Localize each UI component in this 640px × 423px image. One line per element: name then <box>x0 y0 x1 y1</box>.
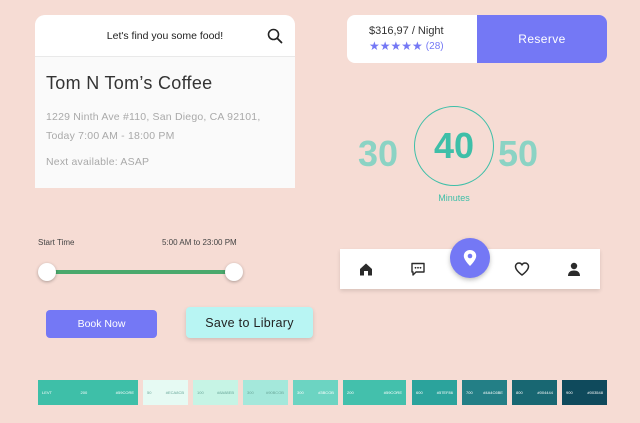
home-icon[interactable] <box>358 261 374 277</box>
minute-label: Minutes <box>438 193 470 203</box>
time-range-value: 5:00 AM to 23:00 PM <box>162 238 237 247</box>
swatch-label: LEVT <box>42 390 53 395</box>
swatch-label: #57EF86 <box>436 390 453 395</box>
review-count: (28) <box>425 40 444 52</box>
location-pin-glyph <box>463 250 477 266</box>
search-icon[interactable] <box>267 28 283 44</box>
reserve-button[interactable]: Reserve <box>477 15 607 63</box>
swatch-label: #59CORE <box>115 390 134 395</box>
swatch-label: #003548 <box>587 390 603 395</box>
swatch-label: #59CORE <box>383 390 402 395</box>
minute-option-prev[interactable]: 30 <box>358 133 398 175</box>
restaurant-address: 1229 Ninth Ave #110, San Diego, CA 92101… <box>46 111 261 123</box>
color-swatch: 300 #90BCOB <box>243 380 288 405</box>
swatch-label: 800 <box>516 390 523 395</box>
swatch-label: #004444 <box>537 390 553 395</box>
swatch-label: #8A88EB <box>217 390 234 395</box>
swatch-label: 300 <box>247 390 254 395</box>
restaurant-search-title: Let's find you some food! <box>106 29 224 42</box>
color-swatch: 900 #003548 <box>562 380 607 405</box>
color-swatch: 600 #57EF86 <box>412 380 457 405</box>
chat-icon[interactable] <box>410 261 426 277</box>
heart-icon[interactable] <box>514 261 530 277</box>
range-end-handle[interactable] <box>225 263 243 281</box>
swatch-label: 700 <box>466 390 473 395</box>
book-now-button[interactable]: Book Now <box>46 310 157 338</box>
restaurant-card: Let's find you some food! Tom N Tom’s Co… <box>35 15 295 188</box>
swatch-label: 50 <box>147 390 152 395</box>
restaurant-card-header: Let's find you some food! <box>35 15 295 57</box>
swatch-label: 300 <box>297 390 304 395</box>
range-start-handle[interactable] <box>38 263 56 281</box>
save-to-library-button[interactable]: Save to Library <box>186 307 313 338</box>
rating: ★★★★★ (28) <box>369 40 477 52</box>
color-palette: LEVT 200 #59CORE 50 #ECA8CB 100 #8A88EB 300 #90B… <box>38 380 608 405</box>
swatch-label: #4A4C6BE <box>483 390 503 395</box>
location-pin-icon[interactable] <box>450 238 490 278</box>
swatch-label: #3BCOB <box>318 390 334 395</box>
swatch-label: 100 <box>197 390 204 395</box>
color-swatch: LEVT 200 #59CORE <box>38 380 138 405</box>
swatch-label: 900 <box>566 390 573 395</box>
bottom-nav-bar <box>340 238 600 289</box>
swatch-label: 600 <box>416 390 423 395</box>
swatch-label: #90BCOB <box>265 390 284 395</box>
color-swatch: 300 #3BCOB <box>293 380 338 405</box>
restaurant-hours: Today 7:00 AM - 18:00 PM <box>46 130 175 142</box>
user-icon[interactable] <box>566 261 582 277</box>
color-swatch: 200 #59CORE <box>343 380 406 405</box>
minute-selected[interactable]: 40 <box>414 106 494 186</box>
swatch-label: #ECA8CB <box>165 390 184 395</box>
start-time-label: Start Time <box>38 238 75 247</box>
color-swatch: 50 #ECA8CB <box>143 380 188 405</box>
time-range-track[interactable] <box>47 270 234 274</box>
minute-picker[interactable]: 30 40 50 Minutes <box>355 105 555 205</box>
restaurant-name: Tom N Tom’s Coffee <box>46 73 213 93</box>
swatch-label: 200 <box>80 390 88 395</box>
reservation-card: $316,97 / Night ★★★★★ (28) Reserve <box>347 15 607 63</box>
color-swatch: 700 #4A4C6BE <box>462 380 507 405</box>
next-available: Next available: ASAP <box>46 156 150 168</box>
color-swatch: 100 #8A88EB <box>193 380 238 405</box>
color-swatch: 800 #004444 <box>512 380 557 405</box>
minute-option-next[interactable]: 50 <box>498 133 538 175</box>
price-per-night: $316,97 / Night <box>369 25 444 37</box>
swatch-label: 200 <box>347 390 354 395</box>
rating-stars: ★★★★★ <box>369 39 423 53</box>
